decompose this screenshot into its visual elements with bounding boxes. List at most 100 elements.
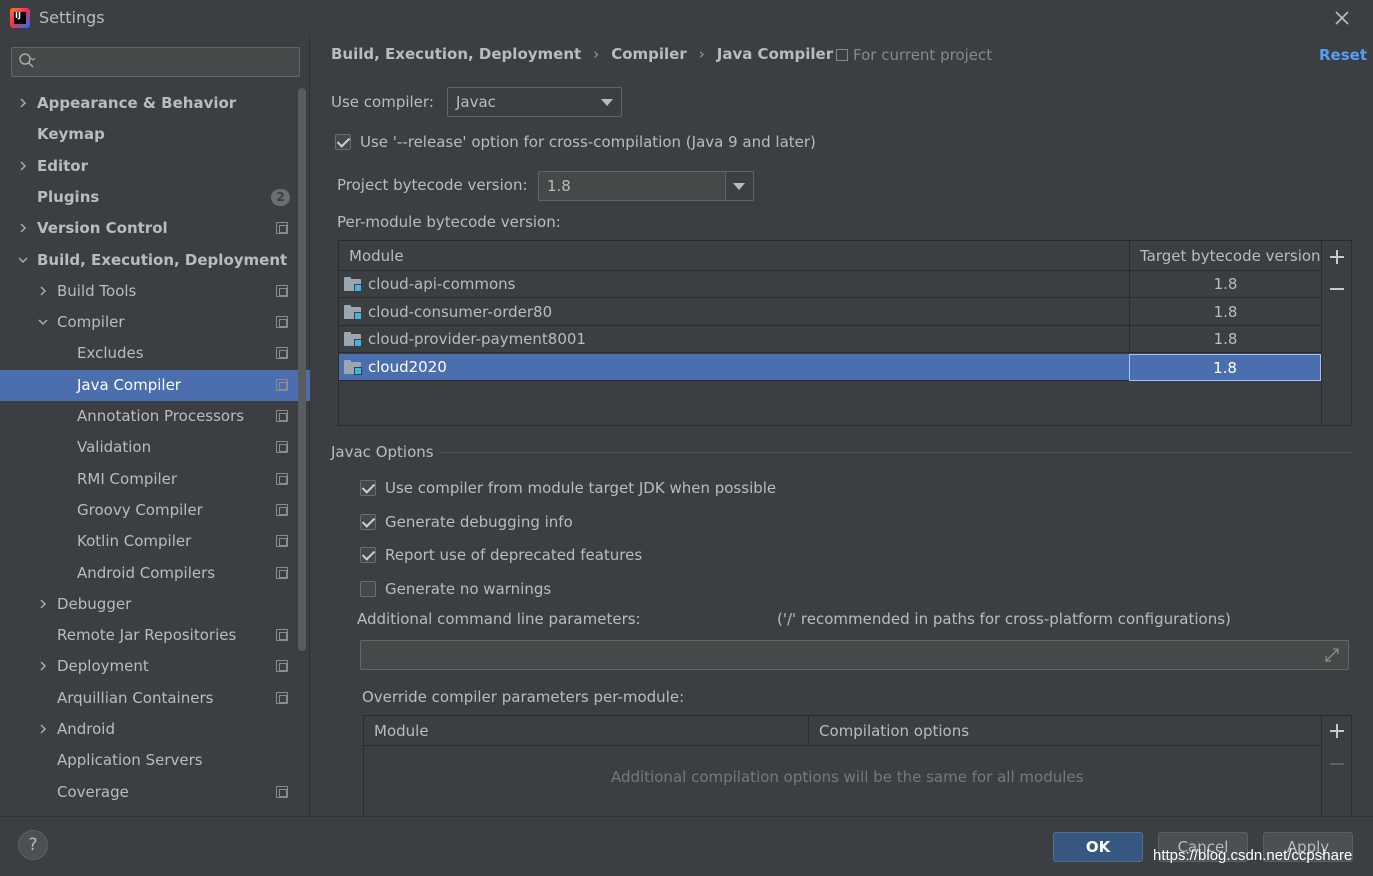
sidebar-item-compiler[interactable]: Compiler: [0, 307, 310, 338]
use-compiler-value: Javac: [456, 93, 496, 111]
chevron-right-icon[interactable]: [37, 276, 51, 307]
project-scope-icon: [276, 347, 288, 360]
additional-params-input[interactable]: [360, 640, 1349, 670]
per-module-bytecode-table: Module Target bytecode version cloud-api…: [338, 240, 1352, 426]
close-icon[interactable]: [1330, 6, 1354, 30]
remove-icon: [1329, 756, 1345, 772]
column-header-compilation-options[interactable]: Compilation options: [808, 716, 1321, 746]
javac-option-checkbox[interactable]: [360, 480, 376, 496]
javac-option-checkbox[interactable]: [360, 547, 376, 563]
javac-option-label[interactable]: Generate no warnings: [385, 580, 551, 598]
sidebar-item-kotlin-compiler[interactable]: Kotlin Compiler: [0, 526, 310, 557]
sidebar-item-label: Deployment: [57, 657, 149, 676]
expand-icon[interactable]: [1324, 647, 1340, 663]
add-icon[interactable]: [1329, 249, 1345, 265]
remove-icon[interactable]: [1329, 281, 1345, 297]
sidebar-item-label: Build Tools: [57, 281, 137, 300]
target-version-cell[interactable]: 1.8: [1129, 354, 1321, 382]
sidebar-item-version-control[interactable]: Version Control: [0, 213, 310, 244]
sidebar-item-label: Validation: [77, 438, 152, 457]
chevron-right-icon[interactable]: [17, 151, 31, 182]
project-bytecode-label: Project bytecode version:: [337, 176, 528, 194]
table-row[interactable]: cloud-provider-payment8001 1.8: [339, 326, 1321, 354]
breadcrumb-item[interactable]: Build, Execution, Deployment: [331, 45, 581, 63]
additional-params-hint: ('/' recommended in paths for cross-plat…: [777, 610, 1231, 628]
sidebar-item-label: Appearance & Behavior: [37, 94, 237, 112]
table-toolbar: [1321, 716, 1351, 819]
sidebar-item-android-compilers[interactable]: Android Compilers: [0, 558, 310, 589]
chevron-right-icon[interactable]: [17, 88, 31, 119]
project-bytecode-dropdown-button[interactable]: [725, 172, 753, 200]
sidebar-item-java-compiler[interactable]: Java Compiler: [0, 369, 310, 401]
chevron-right-icon[interactable]: [37, 714, 51, 745]
sidebar-item-annotation-processors[interactable]: Annotation Processors: [0, 401, 310, 432]
release-option-label[interactable]: Use '--release' option for cross-compila…: [360, 133, 816, 151]
javac-option-label[interactable]: Report use of deprecated features: [385, 546, 642, 564]
sidebar-item-remote-jar-repositories[interactable]: Remote Jar Repositories: [0, 620, 310, 651]
scope-label: For current project: [853, 46, 993, 64]
chevron-right-icon[interactable]: [17, 213, 31, 244]
sidebar-scrollbar[interactable]: [298, 88, 306, 651]
target-version-cell[interactable]: 1.8: [1129, 298, 1321, 326]
sidebar-item-label: Groovy Compiler: [77, 500, 203, 519]
add-icon[interactable]: [1329, 723, 1345, 739]
sidebar-item-build-execution-deployment[interactable]: Build, Execution, Deployment: [0, 245, 310, 276]
sidebar-item-groovy-compiler[interactable]: Groovy Compiler: [0, 495, 310, 526]
sidebar-item-editor[interactable]: Editor: [0, 151, 310, 182]
breadcrumb-item: Java Compiler: [716, 45, 834, 63]
chevron-down-icon[interactable]: [37, 307, 51, 338]
sidebar-item-appearance-behavior[interactable]: Appearance & Behavior: [0, 88, 310, 119]
scope-indicator: For current project: [836, 46, 992, 64]
ok-button[interactable]: OK: [1053, 832, 1143, 862]
project-bytecode-combo[interactable]: 1.8: [538, 171, 754, 201]
sidebar-item-label: Java Compiler: [77, 375, 181, 394]
sidebar-item-android[interactable]: Android: [0, 714, 310, 745]
table-row[interactable]: cloud-consumer-order80 1.8: [339, 298, 1321, 326]
use-compiler-dropdown[interactable]: Javac: [447, 87, 622, 117]
chevron-right-icon[interactable]: [37, 651, 51, 682]
chevron-right-icon[interactable]: [37, 589, 51, 620]
sidebar-item-coverage[interactable]: Coverage: [0, 777, 310, 808]
target-version-cell[interactable]: 1.8: [1129, 326, 1321, 354]
sidebar-item-keymap[interactable]: Keymap: [0, 119, 310, 150]
settings-search-input[interactable]: [11, 47, 300, 77]
table-row[interactable]: cloud2020 1.8: [339, 354, 1321, 382]
sidebar-item-label: Remote Jar Repositories: [57, 626, 237, 645]
sidebar-item-label: RMI Compiler: [77, 469, 178, 488]
chevron-down-icon[interactable]: [17, 245, 31, 276]
section-divider: [438, 452, 1352, 453]
javac-option-label[interactable]: Generate debugging info: [385, 513, 573, 531]
project-scope-icon: [276, 629, 288, 642]
column-header-module[interactable]: Module: [339, 241, 1129, 271]
target-version-cell[interactable]: 1.8: [1129, 271, 1321, 298]
sidebar-item-excludes[interactable]: Excludes: [0, 338, 310, 369]
breadcrumb-separator: ›: [698, 45, 705, 63]
sidebar-item-arquillian-containers[interactable]: Arquillian Containers: [0, 683, 310, 714]
help-button[interactable]: ?: [18, 830, 48, 860]
javac-option-label[interactable]: Use compiler from module target JDK when…: [385, 479, 776, 497]
project-scope-icon: [276, 660, 288, 673]
sidebar-item-validation[interactable]: Validation: [0, 432, 310, 463]
column-header-target-version[interactable]: Target bytecode version: [1129, 241, 1321, 271]
breadcrumb-item[interactable]: Compiler: [611, 45, 687, 63]
sidebar-item-rmi-compiler[interactable]: RMI Compiler: [0, 464, 310, 495]
javac-option-checkbox[interactable]: [360, 581, 376, 597]
sidebar-item-label: Application Servers: [57, 751, 203, 770]
module-cell: cloud-api-commons: [339, 271, 1129, 298]
module-cell: cloud-consumer-order80: [339, 299, 1129, 326]
sidebar-item-plugins[interactable]: Plugins 2: [0, 182, 310, 213]
table-row[interactable]: cloud-api-commons 1.8: [339, 271, 1321, 298]
project-scope-icon: [276, 785, 288, 798]
sidebar-item-debugger[interactable]: Debugger: [0, 589, 310, 620]
reset-link[interactable]: Reset: [1319, 46, 1367, 64]
javac-option-checkbox[interactable]: [360, 514, 376, 530]
sidebar-item-application-servers[interactable]: Application Servers: [0, 745, 310, 776]
sidebar-item-deployment[interactable]: Deployment: [0, 651, 310, 682]
watermark-text: https://blog.csdn.net/ccpshare: [1153, 847, 1353, 864]
project-scope-icon: [276, 222, 288, 235]
sidebar-item-build-tools[interactable]: Build Tools: [0, 276, 310, 307]
sidebar-item-label: Android Compilers: [77, 563, 216, 582]
column-header-module[interactable]: Module: [364, 716, 808, 746]
sidebar-item-label: Editor: [37, 156, 88, 175]
release-option-checkbox[interactable]: [335, 134, 351, 150]
